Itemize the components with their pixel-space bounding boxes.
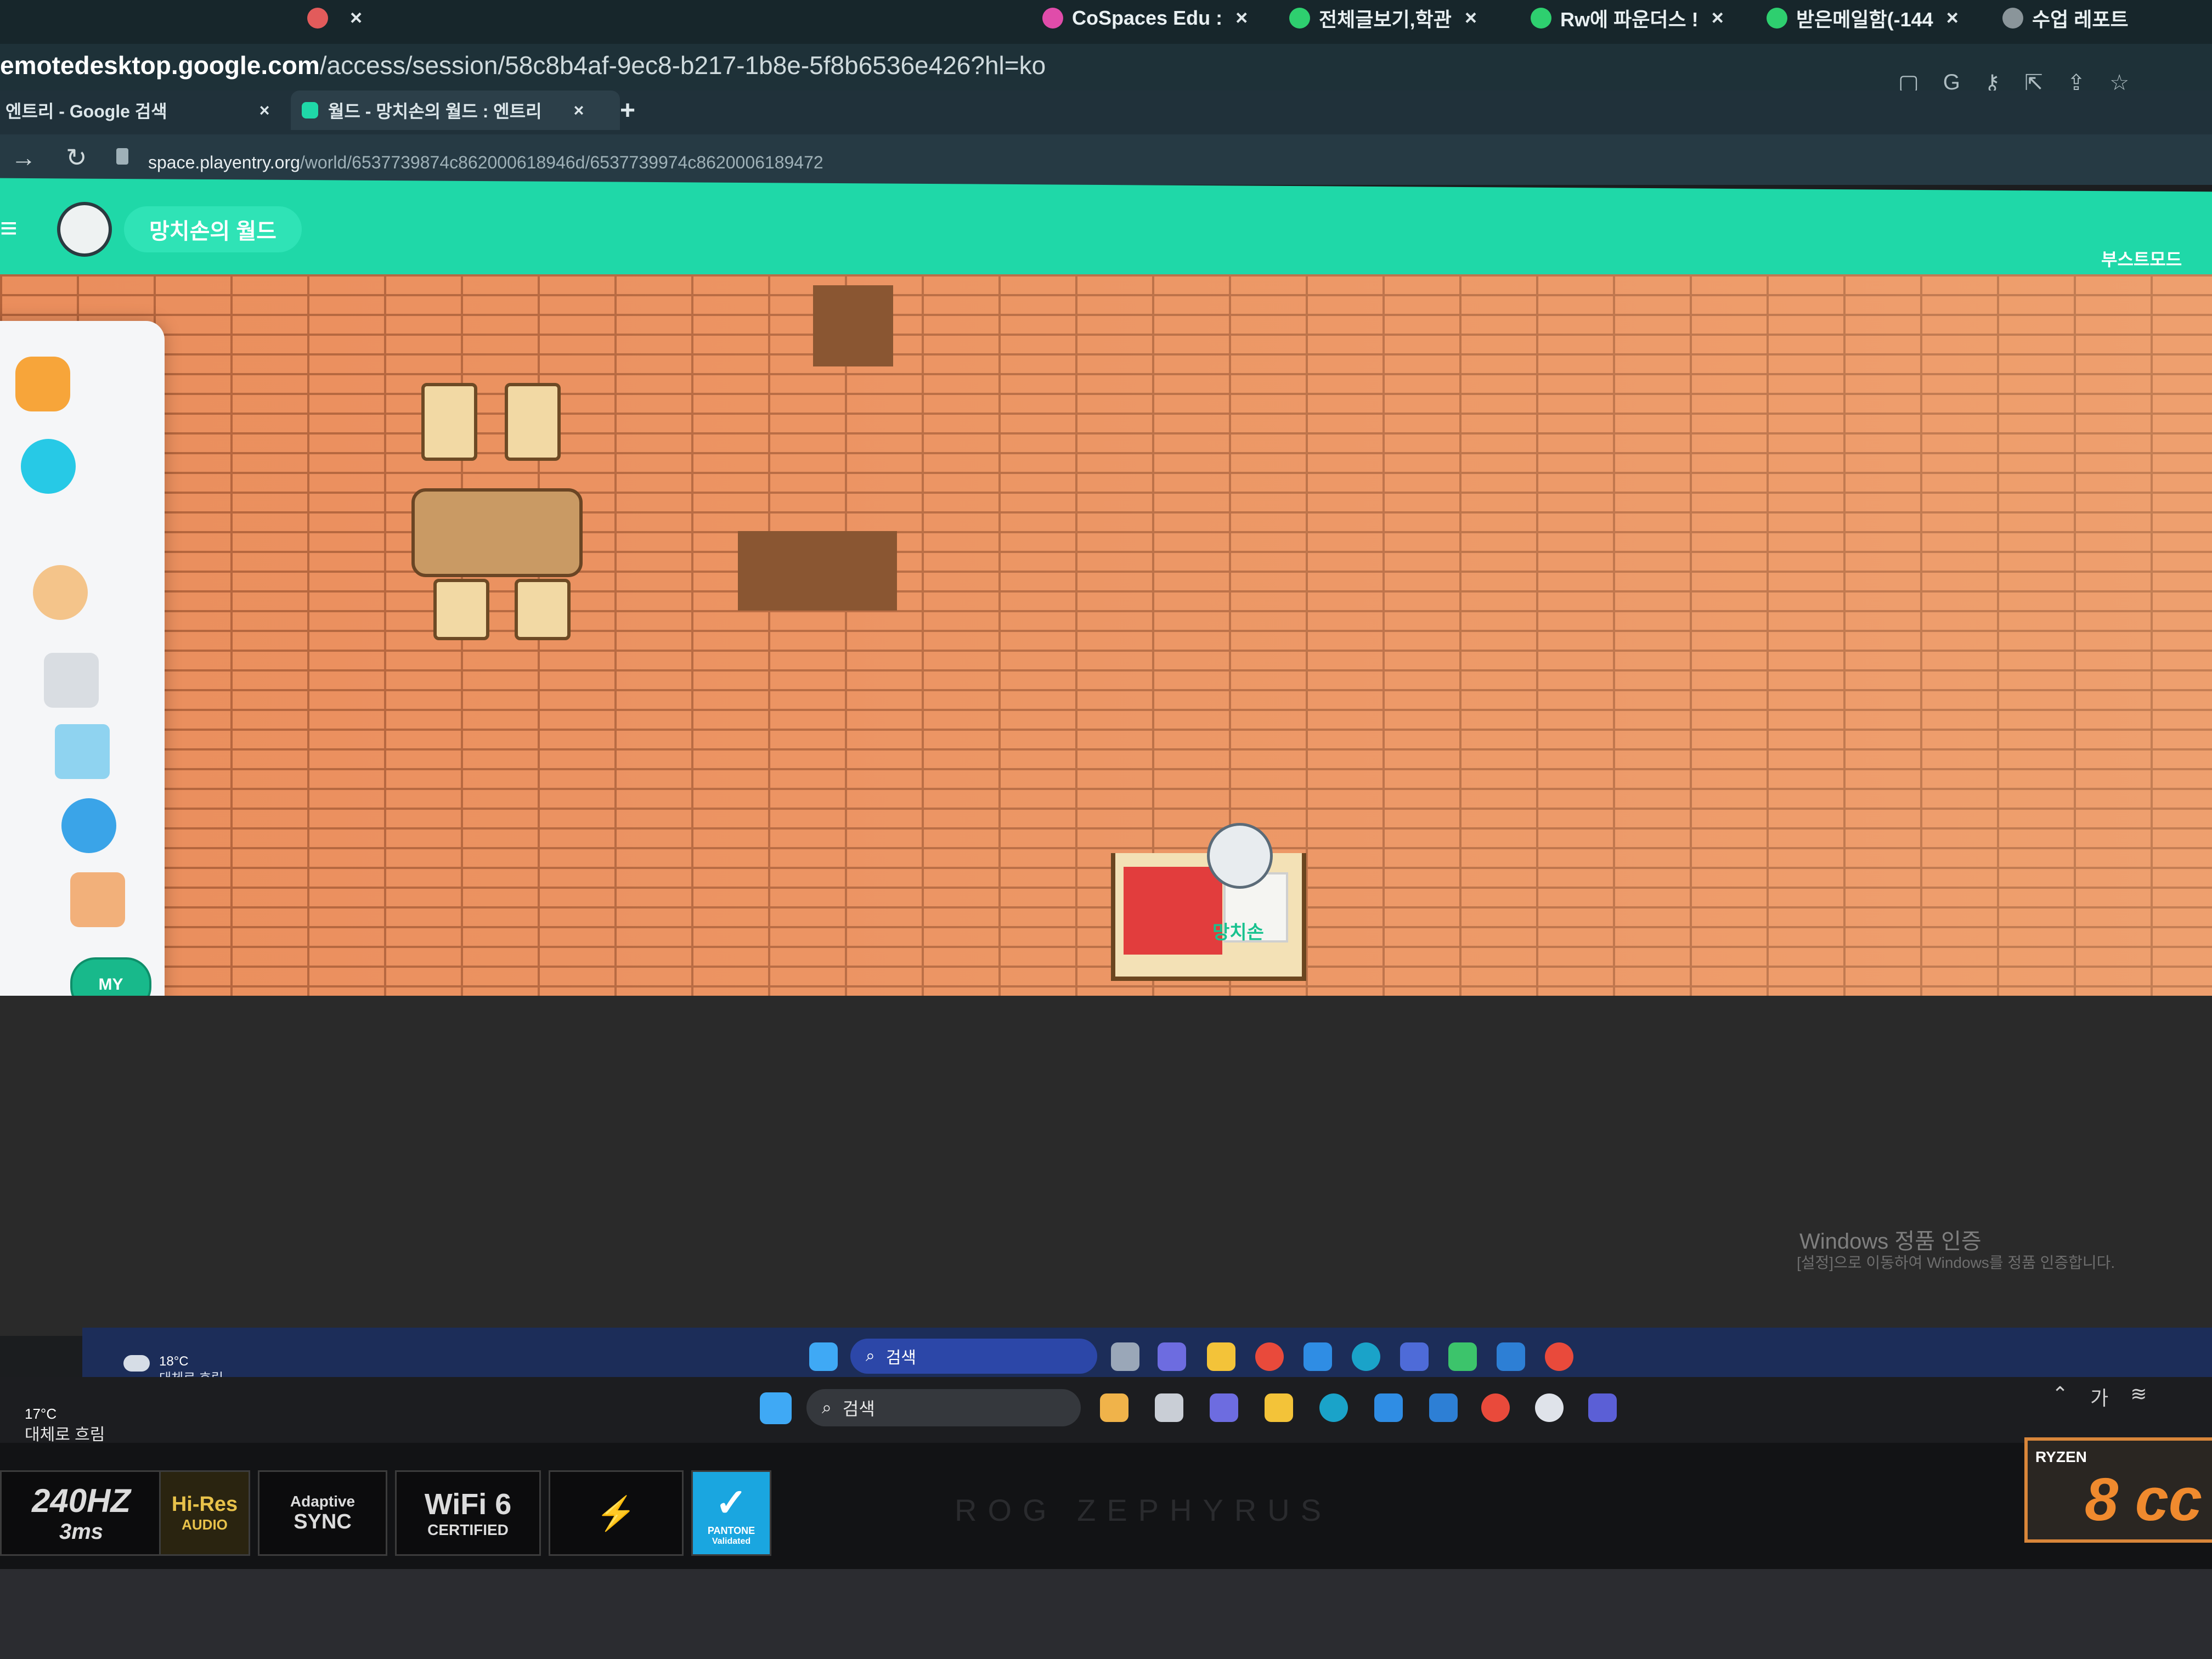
activation-watermark-text: [설정]으로 이동하여 Windows를 정품 인증합니다. bbox=[1797, 1254, 2115, 1271]
app-icon[interactable] bbox=[1100, 1393, 1128, 1422]
edge-icon[interactable] bbox=[1319, 1393, 1348, 1422]
tab-favicon-icon bbox=[1289, 8, 1310, 29]
boost-mode-button[interactable]: 부스트모드 bbox=[2101, 246, 2182, 271]
chrome-icon[interactable] bbox=[1255, 1342, 1284, 1371]
windows-start-icon[interactable] bbox=[809, 1342, 838, 1371]
laptop-hinge bbox=[0, 1569, 2212, 1659]
vscode-icon[interactable] bbox=[1497, 1342, 1525, 1371]
tab-favicon-icon bbox=[1042, 8, 1063, 29]
close-icon[interactable]: × bbox=[350, 7, 362, 30]
wifi6-sticker: WiFi 6 CERTIFIED bbox=[395, 1470, 541, 1556]
teams-icon[interactable] bbox=[1210, 1393, 1238, 1422]
close-icon[interactable]: × bbox=[1235, 7, 1248, 30]
tab-favicon-icon bbox=[1531, 8, 1551, 29]
tab-world[interactable]: 월드 - 망치손의 월드 : 엔트리 × bbox=[291, 91, 620, 130]
hires-audio-sticker: Hi-Res AUDIO bbox=[159, 1470, 250, 1556]
chair bbox=[421, 383, 477, 461]
app-icon[interactable] bbox=[1588, 1393, 1617, 1422]
outer-tab-report[interactable]: 수업 레포트 bbox=[2002, 0, 2211, 36]
search-icon: ⌕ bbox=[866, 1347, 875, 1365]
close-icon[interactable]: × bbox=[1465, 7, 1477, 30]
refresh-rate-sticker: 240HZ 3ms bbox=[0, 1470, 162, 1556]
outer-tab-mail[interactable]: 받은메일함(-144 × bbox=[1767, 0, 1986, 36]
wood-block bbox=[738, 531, 897, 611]
search-icon: ⌕ bbox=[822, 1397, 832, 1417]
mail-icon[interactable] bbox=[1304, 1342, 1332, 1371]
task-view-icon[interactable] bbox=[1155, 1393, 1183, 1422]
local-search-box[interactable]: ⌕ 검색 bbox=[806, 1389, 1081, 1426]
inner-url[interactable]: space.playentry.org/world/6537739874c862… bbox=[148, 153, 823, 173]
tab-favicon-icon bbox=[2002, 8, 2023, 29]
entry-favicon-icon bbox=[302, 102, 318, 119]
close-icon[interactable]: × bbox=[574, 100, 584, 121]
menu-icon[interactable]: ≡ bbox=[0, 211, 18, 245]
reload-icon[interactable]: ↻ bbox=[66, 143, 87, 172]
windows-start-icon[interactable] bbox=[760, 1392, 792, 1424]
adaptive-sync-sticker: Adaptive SYNC bbox=[258, 1470, 387, 1556]
local-weather[interactable]: 대체로 흐림 bbox=[25, 1421, 105, 1445]
rog-logo: ROG ZEPHYRUS bbox=[955, 1493, 1333, 1527]
outer-tab-cospaces[interactable]: CoSpaces Edu : × bbox=[1042, 0, 1262, 36]
app-icon[interactable] bbox=[1535, 1393, 1564, 1422]
player-character[interactable] bbox=[1207, 823, 1273, 889]
folder-icon[interactable] bbox=[1265, 1393, 1293, 1422]
outlook-icon[interactable] bbox=[1374, 1393, 1403, 1422]
world-lighting bbox=[0, 274, 2212, 998]
pantone-sticker: ✓ PANTONE Validated bbox=[691, 1470, 771, 1556]
local-temperature: 17°C bbox=[25, 1406, 57, 1422]
emoji-icon[interactable] bbox=[33, 565, 88, 620]
outer-tab-founders[interactable]: Rw에 파운더스 ! × bbox=[1531, 0, 1750, 36]
remote-search-box[interactable]: ⌕ 검색 bbox=[850, 1339, 1097, 1374]
chevron-up-icon[interactable]: ⌃ bbox=[2052, 1383, 2068, 1411]
character-name: 망치손 bbox=[1212, 922, 1264, 943]
table bbox=[411, 488, 583, 577]
chrome-icon[interactable] bbox=[1545, 1342, 1573, 1371]
task-view-icon[interactable] bbox=[1111, 1342, 1139, 1371]
cloud-icon bbox=[123, 1355, 150, 1372]
close-icon[interactable]: × bbox=[1712, 7, 1724, 30]
tab-favicon-icon bbox=[1767, 8, 1787, 29]
tab-google-search[interactable]: 엔트리 - Google 검색 × bbox=[5, 91, 269, 130]
chair bbox=[505, 383, 561, 461]
people-icon[interactable] bbox=[15, 357, 70, 411]
chair bbox=[515, 579, 571, 640]
globe-icon[interactable] bbox=[61, 798, 116, 853]
bed-blanket bbox=[1124, 867, 1222, 955]
shop-icon[interactable] bbox=[70, 872, 125, 927]
chat-icon[interactable] bbox=[21, 439, 76, 494]
avatar[interactable] bbox=[57, 202, 112, 257]
ime-indicator[interactable]: 가 bbox=[2090, 1383, 2108, 1411]
outer-tab[interactable]: × bbox=[307, 0, 455, 36]
close-icon[interactable]: × bbox=[1946, 7, 1959, 30]
store-icon[interactable] bbox=[1400, 1342, 1429, 1371]
ryzen-label: RYZEN bbox=[2035, 1448, 2087, 1465]
checkmark-icon: ✓ bbox=[715, 1481, 748, 1524]
wifi-icon[interactable]: ≋ bbox=[2130, 1383, 2147, 1411]
outer-tab-cafe[interactable]: 전체글보기,학관 × bbox=[1289, 0, 1509, 36]
nav-buttons: → ↻ bbox=[11, 143, 87, 172]
app-icon[interactable] bbox=[1448, 1342, 1477, 1371]
usb-power-icon: ⚡ bbox=[549, 1470, 684, 1556]
chrome-icon[interactable] bbox=[1481, 1393, 1510, 1422]
camera-icon[interactable] bbox=[44, 653, 99, 708]
close-icon[interactable]: × bbox=[259, 100, 270, 121]
forward-icon[interactable]: → bbox=[11, 143, 36, 172]
tab-favicon-icon bbox=[307, 8, 328, 29]
new-tab-button[interactable]: + bbox=[620, 91, 635, 130]
world-title[interactable]: 망치손의 월드 bbox=[124, 206, 302, 252]
image-icon[interactable] bbox=[55, 724, 110, 779]
teams-icon[interactable] bbox=[1158, 1342, 1186, 1371]
system-tray: ⌃ 가 ≋ bbox=[2052, 1383, 2147, 1411]
folder-icon[interactable] bbox=[1207, 1342, 1235, 1371]
lock-icon bbox=[116, 148, 128, 165]
ryzen-cores: 8 cc bbox=[2085, 1466, 2203, 1533]
vscode-icon[interactable] bbox=[1429, 1393, 1458, 1422]
wood-block bbox=[813, 285, 893, 366]
outer-url[interactable]: emotedesktop.google.com/access/session/5… bbox=[0, 50, 1046, 80]
chair bbox=[433, 579, 489, 640]
empty-viewport bbox=[0, 996, 2212, 1336]
edge-icon[interactable] bbox=[1352, 1342, 1380, 1371]
remote-taskbar bbox=[82, 1328, 2212, 1377]
